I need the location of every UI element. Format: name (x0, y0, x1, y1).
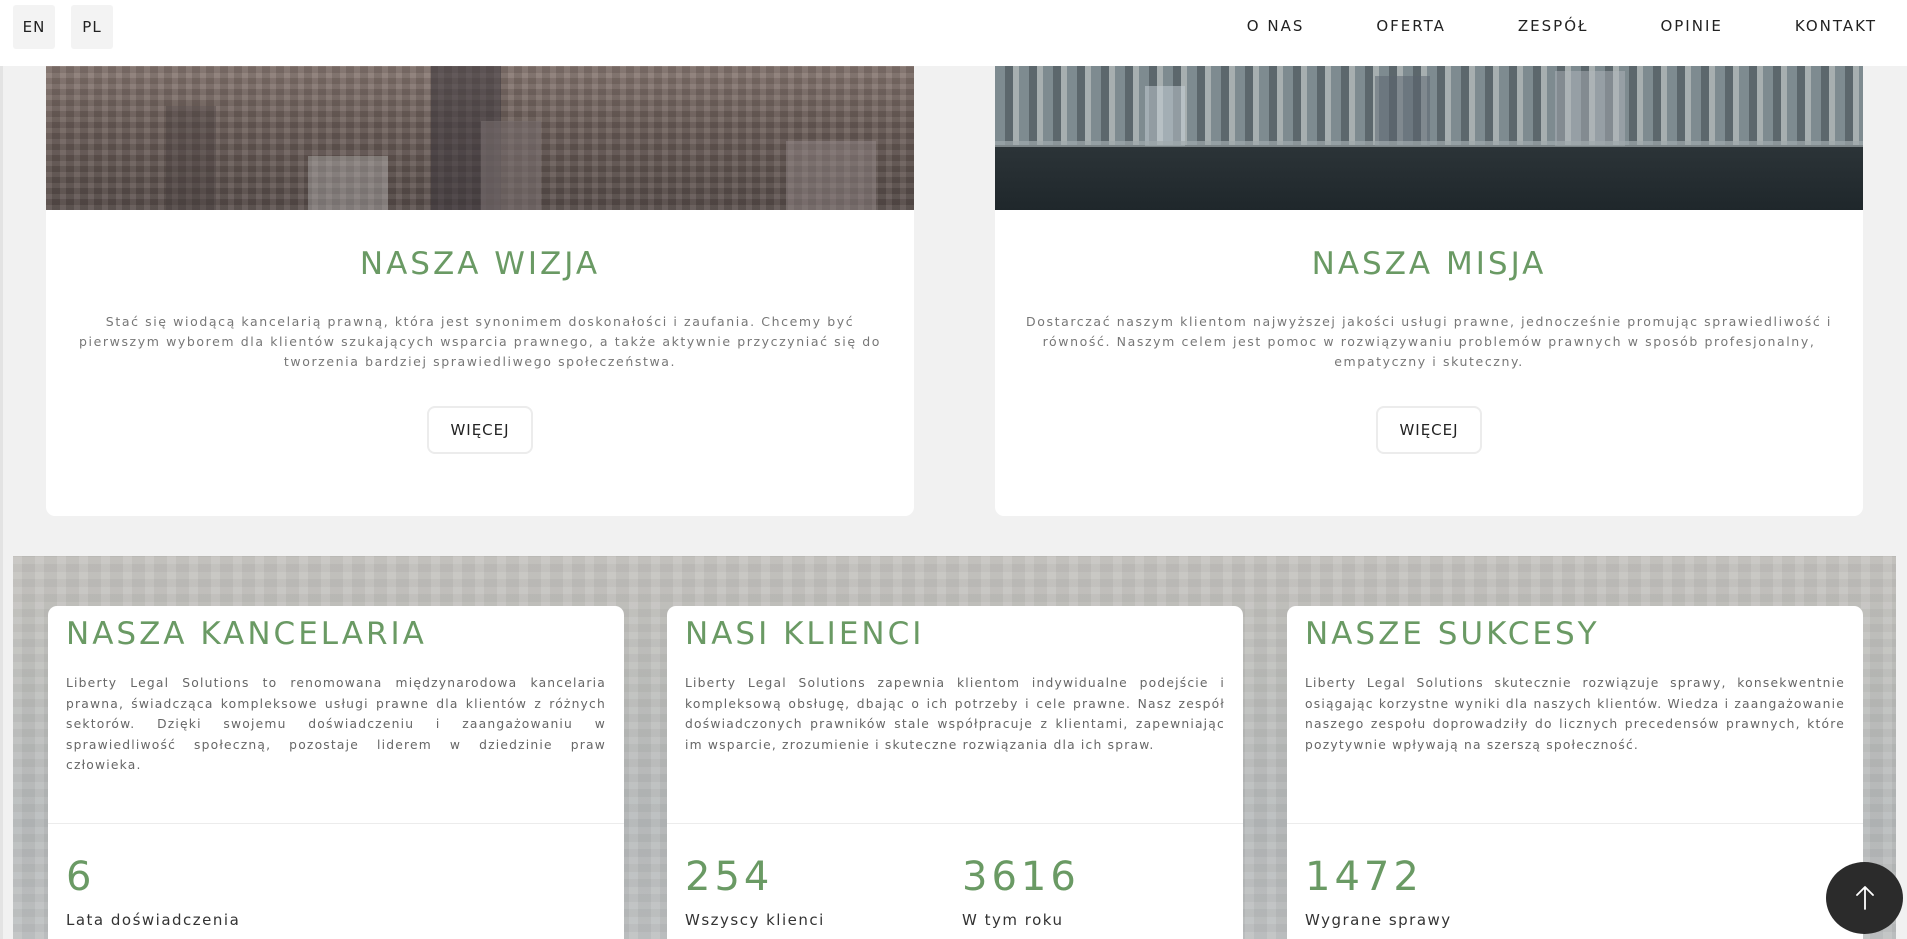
stat-won-cases-label: Wygrane sprawy (1305, 911, 1452, 929)
stat-this-year-label: W tym roku (962, 911, 1064, 929)
stat-all-clients-label: Wszyscy klienci (685, 911, 825, 929)
stat-all-clients-number: 254 (685, 854, 774, 900)
success-card: NASZE SUKCESY Liberty Legal Solutions sk… (1287, 606, 1863, 939)
firm-title: NASZA KANCELARIA (66, 616, 427, 652)
scroll-to-top-button[interactable] (1826, 862, 1903, 934)
success-title: NASZE SUKCESY (1305, 616, 1600, 652)
stat-won-cases-number: 1472 (1305, 854, 1423, 900)
stat-this-year-number: 3616 (962, 854, 1080, 900)
nav-item-o-nas[interactable]: O NAS (1247, 17, 1305, 35)
divider (667, 823, 1243, 824)
stat-won-cases: 1472 Wygrane sprawy (1305, 855, 1452, 929)
stat-experience-label: Lata doświadczenia (66, 911, 241, 929)
stat-experience: 6 Lata doświadczenia (66, 855, 240, 929)
mission-city-image (995, 66, 1863, 210)
vision-card: NASZA WIZJA Stać się wiodącą kancelarią … (46, 66, 914, 516)
vision-text: Stać się wiodącą kancelarią prawną, któr… (78, 314, 882, 369)
firm-text: Liberty Legal Solutions to renomowana mi… (66, 676, 606, 772)
clients-title: NASI KLIENCI (685, 616, 925, 652)
vision-more-button[interactable]: WIĘCEJ (427, 406, 533, 454)
language-pl-button[interactable]: PL (71, 5, 113, 49)
mission-more-button[interactable]: WIĘCEJ (1376, 406, 1482, 454)
nav-item-kontakt[interactable]: KONTAKT (1795, 17, 1877, 35)
nav-item-zespol[interactable]: ZESPÓŁ (1518, 17, 1589, 35)
clients-text: Liberty Legal Solutions zapewnia kliento… (685, 676, 1225, 752)
top-navigation-bar: EN PL O NAS OFERTA ZESPÓŁ OPINIE KONTAKT (0, 0, 1907, 66)
main-nav: O NAS OFERTA ZESPÓŁ OPINIE KONTAKT (1247, 0, 1877, 52)
mission-title: NASZA MISJA (1311, 246, 1547, 282)
firm-card: NASZA KANCELARIA Liberty Legal Solutions… (48, 606, 624, 939)
page-scroll-edge (0, 66, 3, 939)
vision-title: NASZA WIZJA (359, 246, 601, 282)
language-en-button[interactable]: EN (13, 5, 55, 49)
divider (48, 823, 624, 824)
success-text: Liberty Legal Solutions skutecznie rozwi… (1305, 676, 1845, 752)
nav-item-opinie[interactable]: OPINIE (1660, 17, 1722, 35)
clients-card: NASI KLIENCI Liberty Legal Solutions zap… (667, 606, 1243, 939)
nav-item-oferta[interactable]: OFERTA (1376, 17, 1446, 35)
mission-card: NASZA MISJA Dostarczać naszym klientom n… (995, 66, 1863, 516)
stat-experience-number: 6 (66, 854, 96, 900)
vision-city-image (46, 66, 914, 210)
stat-all-clients: 254 Wszyscy klienci (685, 855, 825, 929)
divider (1287, 823, 1863, 824)
mission-text: Dostarczać naszym klientom najwyższej ja… (1025, 314, 1832, 369)
stat-this-year: 3616 W tym roku (962, 855, 1080, 929)
arrow-up-icon (1855, 886, 1874, 910)
